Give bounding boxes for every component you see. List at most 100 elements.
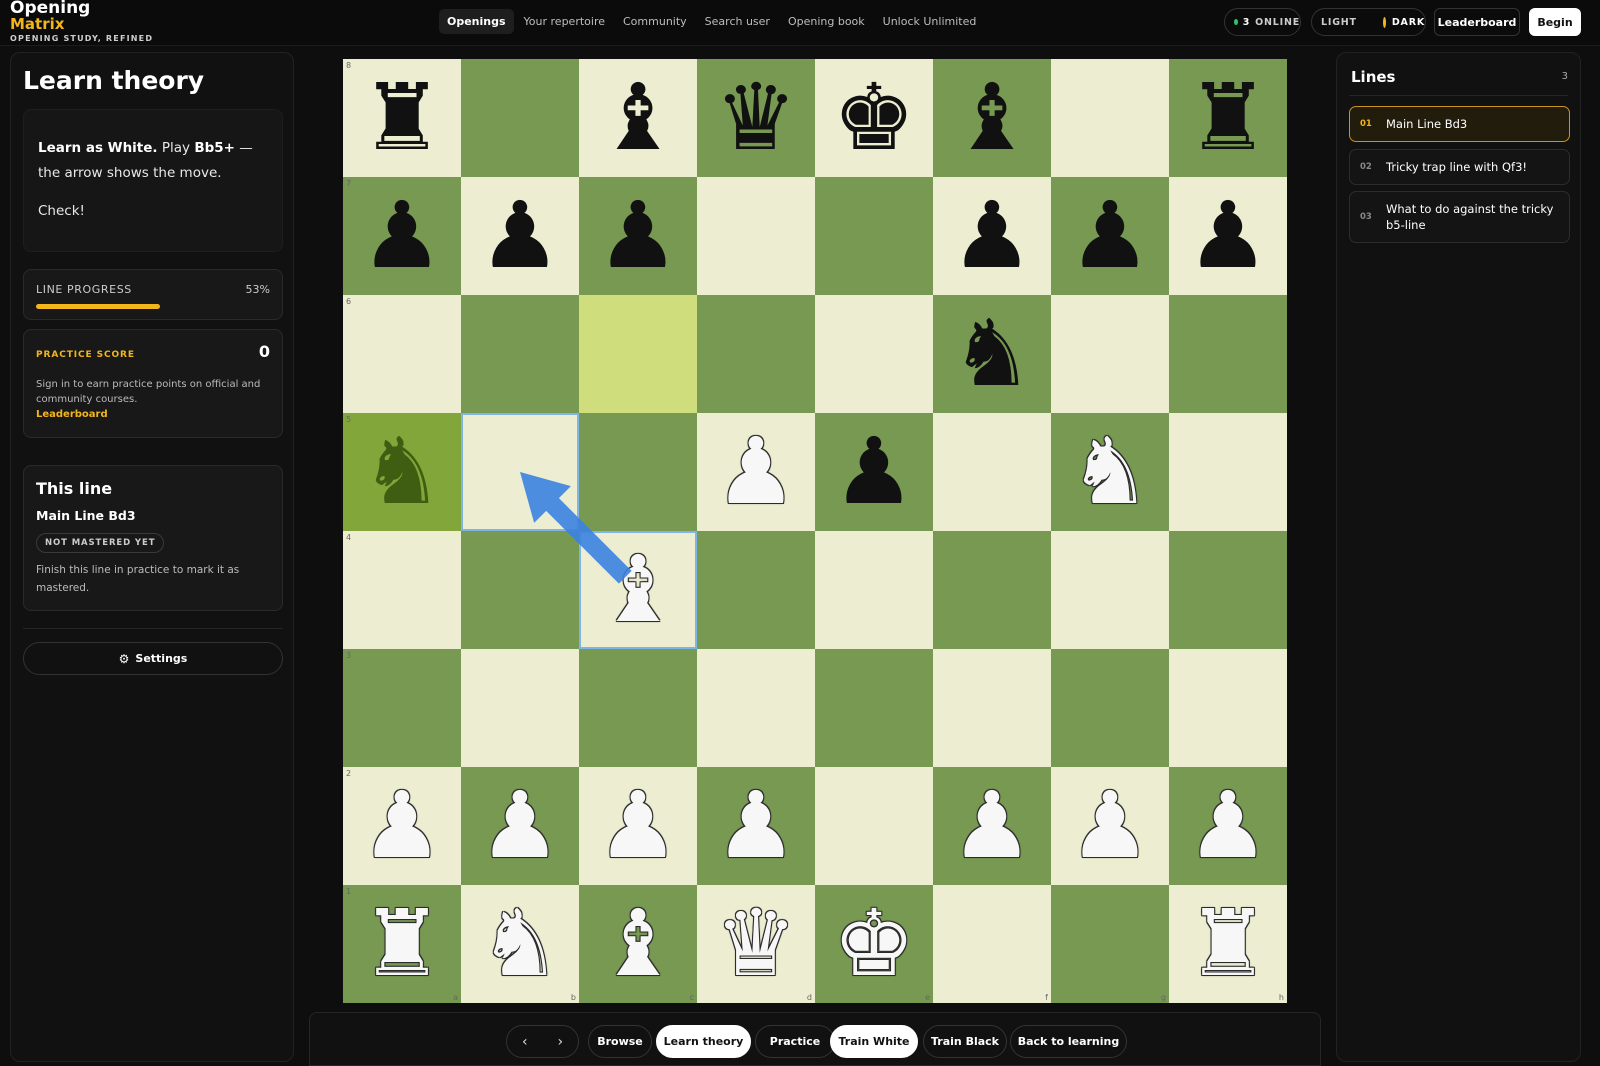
square-f3[interactable]	[933, 649, 1051, 767]
square-a4[interactable]: 4	[343, 531, 461, 649]
practice-score-leaderboard-link[interactable]: Leaderboard	[36, 409, 270, 420]
square-b6[interactable]	[461, 295, 579, 413]
square-h5[interactable]	[1169, 413, 1287, 531]
square-d1[interactable]: d ♛	[697, 885, 815, 1003]
square-e2[interactable]	[815, 767, 933, 885]
square-c5[interactable]	[579, 413, 697, 531]
square-g8[interactable]	[1051, 59, 1169, 177]
train-black-button[interactable]: Train Black	[923, 1025, 1007, 1058]
square-f2[interactable]: ♟	[933, 767, 1051, 885]
nav-search-user[interactable]: Search user	[697, 9, 778, 34]
learn-theory-button[interactable]: Learn theory	[656, 1025, 751, 1058]
square-d2[interactable]: ♟	[697, 767, 815, 885]
white-pawn-icon[interactable]: ♟	[1187, 780, 1269, 872]
square-g3[interactable]	[1051, 649, 1169, 767]
square-h7[interactable]: ♟	[1169, 177, 1287, 295]
square-d7[interactable]	[697, 177, 815, 295]
white-pawn-icon[interactable]: ♟	[1069, 780, 1151, 872]
white-pawn-icon[interactable]: ♟	[951, 780, 1033, 872]
square-g4[interactable]	[1051, 531, 1169, 649]
square-h6[interactable]	[1169, 295, 1287, 413]
square-c1[interactable]: c ♝	[579, 885, 697, 1003]
line-item-main-line-bd3[interactable]: 01 Main Line Bd3	[1349, 106, 1570, 142]
square-a8[interactable]: 8 ♜	[343, 59, 461, 177]
square-a2[interactable]: 2 ♟	[343, 767, 461, 885]
white-knight-icon[interactable]: ♞	[1069, 426, 1151, 518]
square-g1[interactable]: g	[1051, 885, 1169, 1003]
square-b2[interactable]: ♟	[461, 767, 579, 885]
begin-button[interactable]: Begin	[1529, 8, 1581, 36]
theme-toggle[interactable]: LIGHT DARK	[1311, 8, 1426, 36]
square-c4[interactable]: ♝	[579, 531, 697, 649]
square-b7[interactable]: ♟	[461, 177, 579, 295]
square-a1[interactable]: 1 a ♜	[343, 885, 461, 1003]
nav-your-repertoire[interactable]: Your repertoire	[516, 9, 613, 34]
square-c8[interactable]: ♝	[579, 59, 697, 177]
line-item-tricky-trap[interactable]: 02 Tricky trap line with Qf3!	[1349, 149, 1570, 185]
browse-button[interactable]: Browse	[588, 1025, 652, 1058]
white-pawn-icon[interactable]: ♟	[361, 780, 443, 872]
back-to-learning-button[interactable]: Back to learning	[1010, 1025, 1127, 1058]
square-d4[interactable]	[697, 531, 815, 649]
square-f8[interactable]: ♝	[933, 59, 1051, 177]
square-a6[interactable]: 6	[343, 295, 461, 413]
square-d3[interactable]	[697, 649, 815, 767]
square-e7[interactable]	[815, 177, 933, 295]
practice-button[interactable]: Practice	[755, 1025, 835, 1058]
square-d8[interactable]: ♛	[697, 59, 815, 177]
square-e5[interactable]: ♟	[815, 413, 933, 531]
square-d6[interactable]	[697, 295, 815, 413]
square-f5[interactable]	[933, 413, 1051, 531]
square-f1[interactable]: f	[933, 885, 1051, 1003]
square-b1[interactable]: b ♞	[461, 885, 579, 1003]
square-b3[interactable]	[461, 649, 579, 767]
square-a5[interactable]: 5 ♞	[343, 413, 461, 531]
nav-community[interactable]: Community	[615, 9, 695, 34]
square-h1[interactable]: h ♜	[1169, 885, 1287, 1003]
settings-button[interactable]: ⚙ Settings	[23, 642, 283, 675]
white-rook-icon[interactable]: ♜	[361, 898, 443, 990]
square-f7[interactable]: ♟	[933, 177, 1051, 295]
white-pawn-icon[interactable]: ♟	[715, 780, 797, 872]
square-a3[interactable]: 3	[343, 649, 461, 767]
square-c7[interactable]: ♟	[579, 177, 697, 295]
square-f4[interactable]	[933, 531, 1051, 649]
square-e1[interactable]: e ♚	[815, 885, 933, 1003]
white-bishop-icon[interactable]: ♝	[597, 544, 679, 636]
square-g6[interactable]	[1051, 295, 1169, 413]
nav-openings[interactable]: Openings	[439, 9, 514, 34]
chess-board[interactable]: 8 ♜ ♝ ♛ ♚ ♝ ♜ 7 ♟ ♟ ♟ ♟ ♟ ♟ 6 ♞ 5 ♞ ♟ ♟ ♞ 4 ♝ 3 2 ♟ ♟ ♟ ♟ ♟ ♟ ♟ 1 a ♜ b ♞ c ♝ d…	[343, 59, 1287, 1003]
square-g2[interactable]: ♟	[1051, 767, 1169, 885]
square-a7[interactable]: 7 ♟	[343, 177, 461, 295]
square-b5[interactable]	[461, 413, 579, 531]
square-h2[interactable]: ♟	[1169, 767, 1287, 885]
square-e6[interactable]	[815, 295, 933, 413]
white-queen-icon[interactable]: ♛	[715, 898, 797, 990]
white-pawn-icon[interactable]: ♟	[715, 426, 797, 518]
square-g7[interactable]: ♟	[1051, 177, 1169, 295]
square-h3[interactable]	[1169, 649, 1287, 767]
square-c3[interactable]	[579, 649, 697, 767]
white-bishop-icon[interactable]: ♝	[597, 898, 679, 990]
white-king-icon[interactable]: ♚	[833, 898, 915, 990]
square-d5[interactable]: ♟	[697, 413, 815, 531]
nav-unlock-unlimited[interactable]: Unlock Unlimited	[875, 9, 985, 34]
leaderboard-button[interactable]: Leaderboard	[1434, 8, 1520, 36]
white-pawn-icon[interactable]: ♟	[597, 780, 679, 872]
white-pawn-icon[interactable]: ♟	[479, 780, 561, 872]
white-knight-icon[interactable]: ♞	[479, 898, 561, 990]
square-e3[interactable]	[815, 649, 933, 767]
square-h8[interactable]: ♜	[1169, 59, 1287, 177]
square-g5[interactable]: ♞	[1051, 413, 1169, 531]
square-f6[interactable]: ♞	[933, 295, 1051, 413]
line-item-b5-line[interactable]: 03 What to do against the tricky b5-line	[1349, 191, 1570, 243]
square-e8[interactable]: ♚	[815, 59, 933, 177]
train-white-button[interactable]: Train White	[830, 1025, 918, 1058]
previous-move-button[interactable]: ‹	[522, 1034, 528, 1050]
square-b8[interactable]	[461, 59, 579, 177]
square-h4[interactable]	[1169, 531, 1287, 649]
next-move-button[interactable]: ›	[557, 1034, 563, 1050]
square-e4[interactable]	[815, 531, 933, 649]
brand-logo[interactable]: Opening Matrix OPENING STUDY, REFINED	[10, 0, 153, 43]
square-c6[interactable]	[579, 295, 697, 413]
